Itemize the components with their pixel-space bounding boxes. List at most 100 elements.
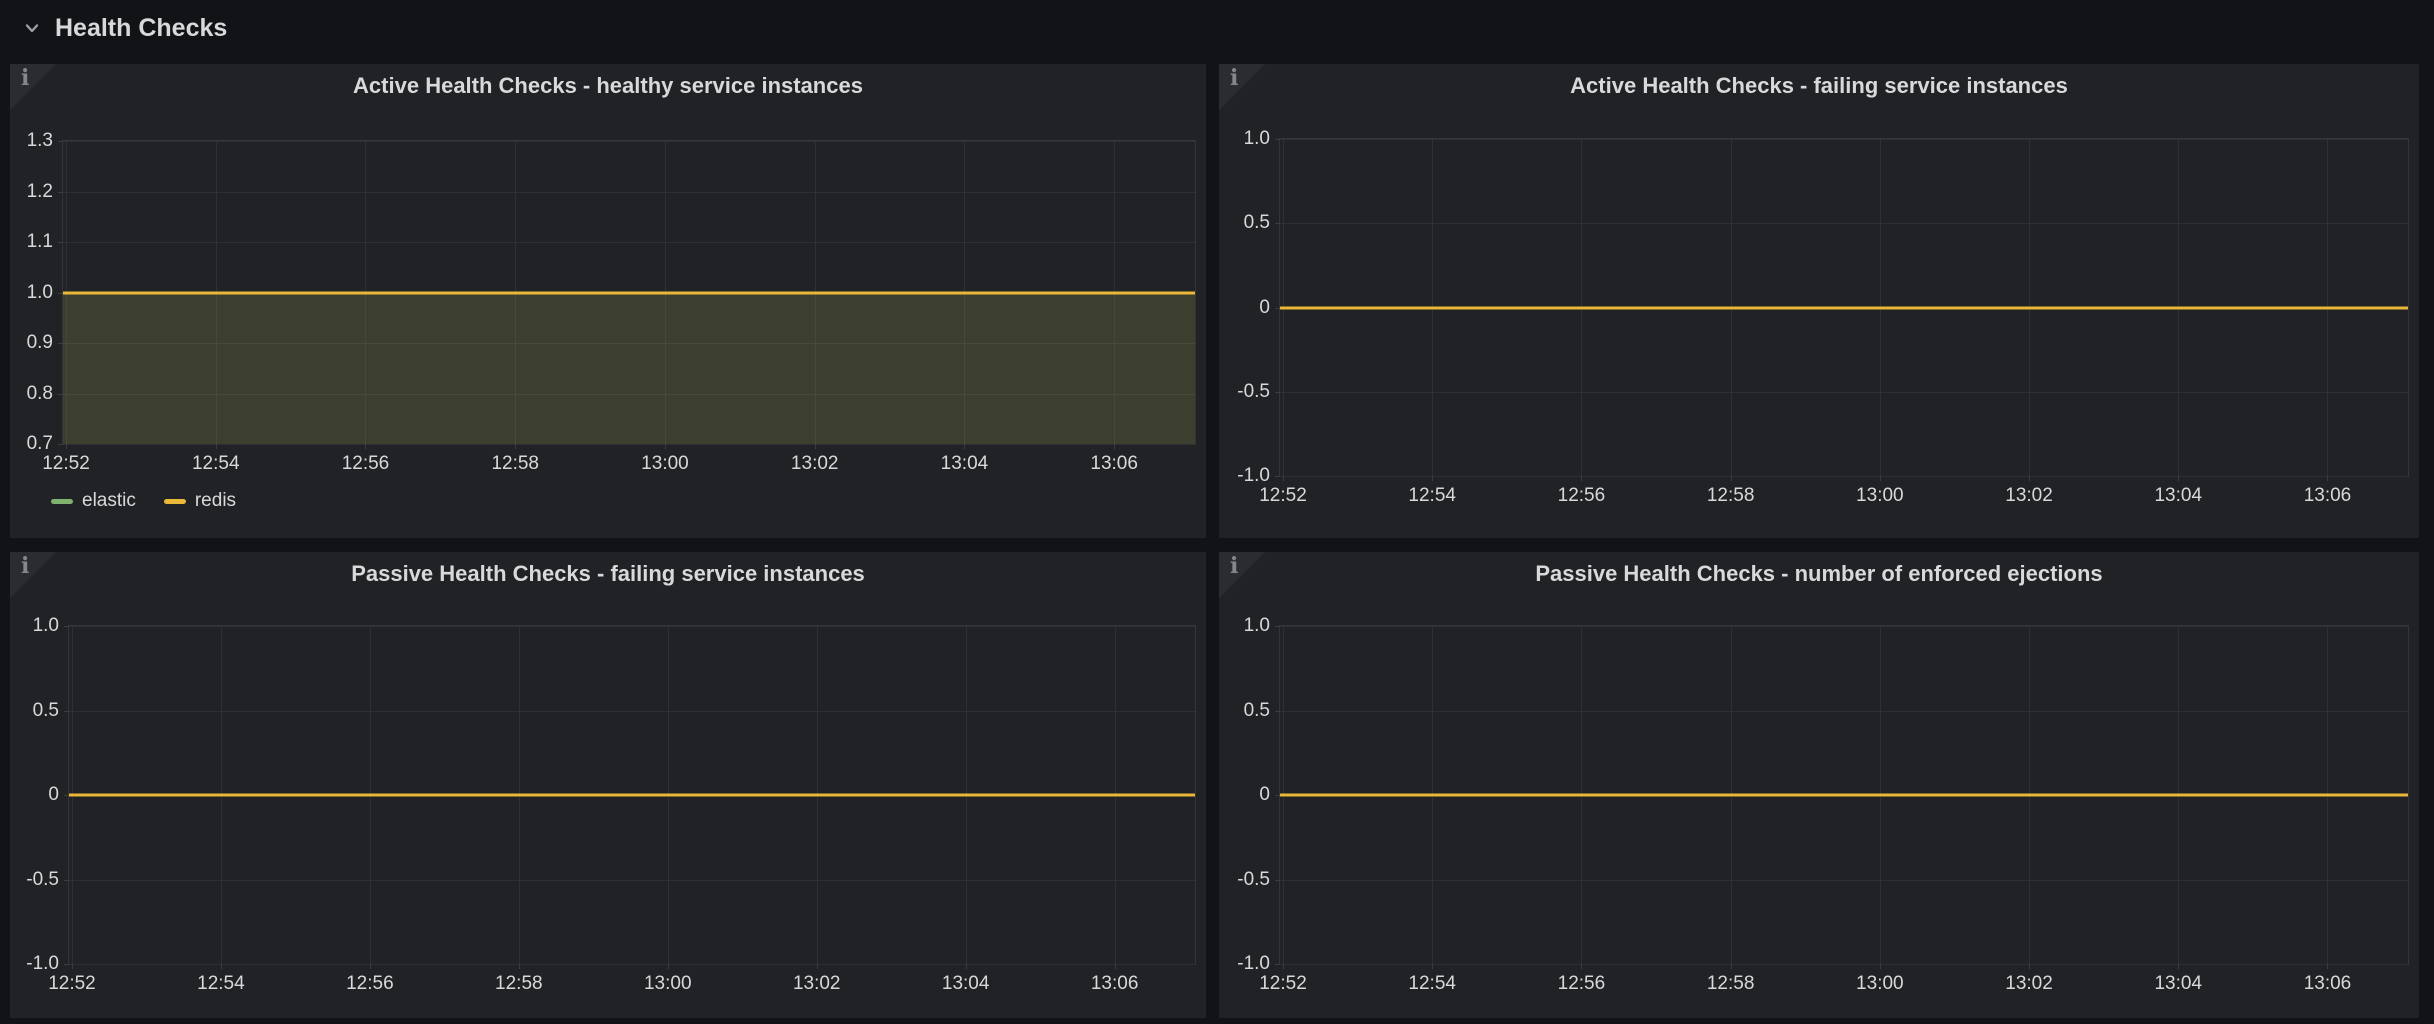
chart-plot-area[interactable]: 1.00.50-0.5-1.012:5212:5412:5612:5813:00… — [1279, 138, 2409, 477]
x-axis-tick-mark — [515, 444, 516, 449]
y-axis-tick-mark — [64, 626, 69, 627]
x-axis-tick-label: 13:02 — [2005, 973, 2053, 995]
y-axis-tick-label: 0.7 — [27, 433, 53, 455]
grid-line-horizontal — [63, 141, 1195, 142]
grid-line-horizontal — [1280, 392, 2408, 393]
grid-line-horizontal — [63, 444, 1195, 445]
y-axis-tick-mark — [58, 444, 63, 445]
x-axis-tick-label: 12:54 — [192, 453, 240, 475]
grid-line-horizontal — [1280, 711, 2408, 712]
x-axis-tick-label: 13:04 — [2154, 485, 2202, 507]
x-axis-tick-mark — [365, 444, 366, 449]
x-axis-tick-mark — [668, 964, 669, 969]
y-axis-tick-label: 0.5 — [1244, 212, 1270, 234]
x-axis-tick-label: 13:06 — [2304, 485, 2352, 507]
y-axis-tick-label: 1.0 — [1244, 615, 1270, 637]
grid-line-horizontal — [1280, 964, 2408, 965]
x-axis-tick-mark — [1731, 476, 1732, 481]
grid-line-horizontal — [1280, 223, 2408, 224]
y-axis-tick-label: 0.5 — [1244, 700, 1270, 722]
x-axis-tick-label: 12:56 — [342, 453, 390, 475]
y-axis-tick-mark — [58, 192, 63, 193]
legend-swatch-redis — [164, 499, 186, 504]
grid-line-horizontal — [69, 711, 1195, 712]
x-axis-tick-label: 13:04 — [941, 453, 989, 475]
x-axis-tick-mark — [2327, 964, 2328, 969]
panel-active-health-checks-healthy: i Active Health Checks - healthy service… — [10, 64, 1206, 538]
panel-title[interactable]: Passive Health Checks - failing service … — [10, 561, 1206, 587]
x-axis-tick-mark — [817, 964, 818, 969]
x-axis-tick-mark — [1432, 964, 1433, 969]
x-axis-tick-mark — [519, 964, 520, 969]
x-axis-tick-mark — [66, 444, 67, 449]
x-axis-tick-mark — [665, 444, 666, 449]
x-axis-tick-mark — [2029, 964, 2030, 969]
x-axis-tick-label: 13:02 — [2005, 485, 2053, 507]
x-axis-tick-mark — [1114, 444, 1115, 449]
y-axis-tick-mark — [1275, 223, 1280, 224]
x-axis-tick-label: 13:00 — [1856, 973, 1904, 995]
y-axis-tick-label: 0 — [1259, 297, 1270, 319]
chart-plot-area[interactable]: 1.31.21.11.00.90.80.712:5212:5412:5612:5… — [62, 140, 1196, 445]
x-axis-tick-label: 13:04 — [2154, 973, 2202, 995]
y-axis-tick-label: 1.3 — [27, 130, 53, 152]
y-axis-tick-mark — [1275, 880, 1280, 881]
x-axis-tick-mark — [2327, 476, 2328, 481]
y-axis-tick-mark — [1275, 476, 1280, 477]
x-axis-tick-label: 12:56 — [1558, 485, 1606, 507]
x-axis-tick-label: 13:06 — [1090, 453, 1138, 475]
panel-passive-health-checks-ejections: i Passive Health Checks - number of enfo… — [1219, 552, 2419, 1018]
grid-line-horizontal — [63, 192, 1195, 193]
x-axis-tick-label: 12:58 — [1707, 485, 1755, 507]
x-axis-tick-mark — [72, 964, 73, 969]
legend-item-elastic[interactable]: elastic — [51, 490, 136, 512]
series-line-0 — [1280, 306, 2408, 309]
legend-label-elastic: elastic — [82, 490, 136, 512]
row-title: Health Checks — [55, 14, 227, 43]
dashboard-row-header[interactable]: Health Checks — [0, 0, 2434, 56]
x-axis-tick-label: 13:00 — [641, 453, 689, 475]
y-axis-tick-mark — [1275, 139, 1280, 140]
x-axis-tick-mark — [1731, 964, 1732, 969]
x-axis-tick-mark — [1880, 964, 1881, 969]
y-axis-tick-label: 1.0 — [1244, 128, 1270, 150]
y-axis-tick-label: -1.0 — [1237, 953, 1270, 975]
legend-item-redis[interactable]: redis — [164, 490, 236, 512]
panel-title[interactable]: Active Health Checks - healthy service i… — [10, 73, 1206, 99]
grid-line-horizontal — [69, 880, 1195, 881]
y-axis-tick-mark — [58, 141, 63, 142]
series-line-0 — [1280, 794, 2408, 797]
legend-swatch-elastic — [51, 499, 73, 504]
x-axis-tick-label: 13:06 — [1091, 973, 1139, 995]
panel-active-health-checks-failing: i Active Health Checks - failing service… — [1219, 64, 2419, 538]
x-axis-tick-label: 12:52 — [42, 453, 90, 475]
x-axis-tick-label: 12:56 — [1558, 973, 1606, 995]
y-axis-tick-mark — [64, 880, 69, 881]
panel-title[interactable]: Passive Health Checks - number of enforc… — [1219, 561, 2419, 587]
x-axis-tick-mark — [216, 444, 217, 449]
y-axis-tick-label: 0.8 — [27, 383, 53, 405]
x-axis-tick-label: 12:54 — [1408, 973, 1456, 995]
chart-legend: elastic redis — [51, 490, 236, 512]
x-axis-tick-mark — [1283, 964, 1284, 969]
chart-plot-area[interactable]: 1.00.50-0.5-1.012:5212:5412:5612:5813:00… — [1279, 625, 2409, 965]
x-axis-tick-mark — [815, 444, 816, 449]
chart-plot-area[interactable]: 1.00.50-0.5-1.012:5212:5412:5612:5813:00… — [68, 625, 1196, 965]
x-axis-tick-label: 12:54 — [197, 973, 245, 995]
x-axis-tick-mark — [1880, 476, 1881, 481]
y-axis-tick-label: -0.5 — [26, 869, 59, 891]
x-axis-tick-mark — [964, 444, 965, 449]
x-axis-tick-mark — [370, 964, 371, 969]
grid-line-horizontal — [1280, 880, 2408, 881]
x-axis-tick-label: 12:52 — [1259, 485, 1307, 507]
x-axis-tick-mark — [1581, 476, 1582, 481]
y-axis-tick-label: 1.0 — [27, 282, 53, 304]
y-axis-tick-label: 1.1 — [27, 231, 53, 253]
panel-title[interactable]: Active Health Checks - failing service i… — [1219, 73, 2419, 99]
y-axis-tick-label: -1.0 — [1237, 465, 1270, 487]
x-axis-tick-label: 13:00 — [644, 973, 692, 995]
y-axis-tick-mark — [1275, 626, 1280, 627]
y-axis-tick-label: -0.5 — [1237, 381, 1270, 403]
y-axis-tick-label: -1.0 — [26, 953, 59, 975]
grid-line-horizontal — [63, 242, 1195, 243]
